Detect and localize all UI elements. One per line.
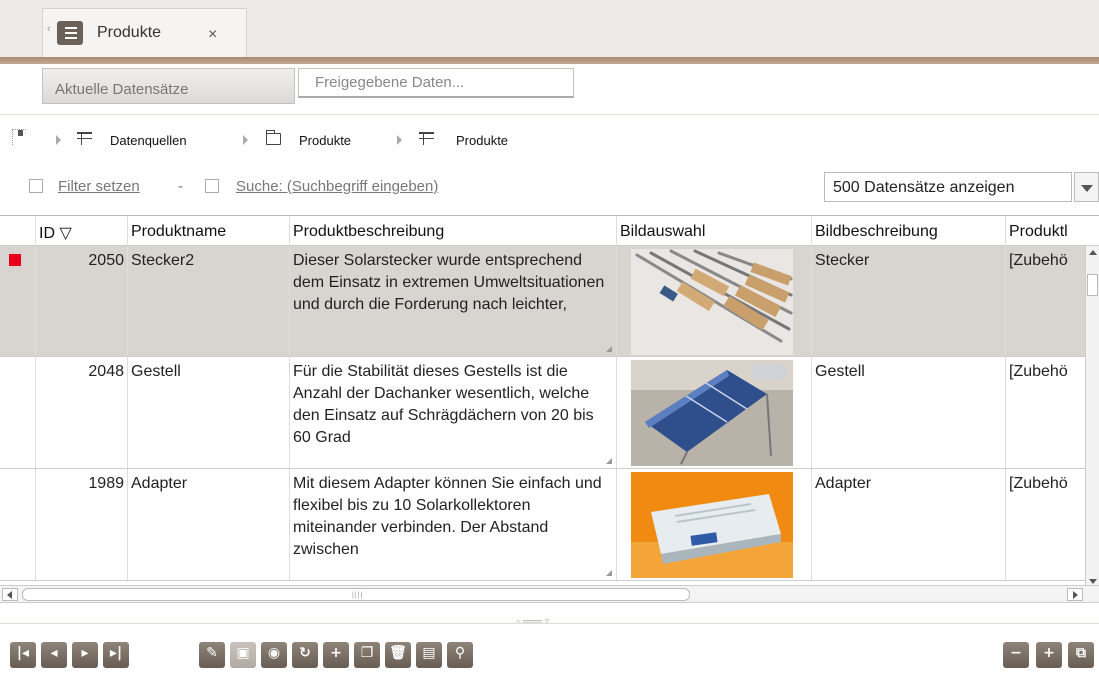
tab-current-records[interactable]: Aktuelle Datensätze	[42, 68, 295, 104]
page-size-select[interactable]: 500 Datensätze anzeigen	[824, 172, 1072, 202]
divider	[0, 114, 1099, 115]
close-icon[interactable]: ×	[208, 26, 217, 44]
cell-category: [Zubehö	[1005, 469, 1085, 580]
expand-icon[interactable]	[606, 346, 612, 352]
cell-name: Gestell	[127, 357, 289, 468]
description-text: Dieser Solarstecker wurde entsprechend d…	[293, 252, 605, 313]
filter-checkbox[interactable]	[29, 179, 43, 193]
accent-bar	[0, 57, 1099, 64]
breadcrumb-item-produkte-table[interactable]: Produkte	[456, 133, 508, 148]
scroll-down-icon[interactable]	[1089, 579, 1097, 584]
subtab-bar: Aktuelle Datensätze Freigegebene Daten..…	[0, 64, 1099, 110]
cell-description[interactable]: Mit diesem Adapter können Sie einfach un…	[289, 469, 616, 580]
separator-dash: -	[178, 178, 183, 195]
scroll-left-icon[interactable]: ‹	[47, 23, 51, 35]
cell-image-desc: Gestell	[811, 357, 1005, 468]
plus-icon[interactable]: +	[1036, 642, 1062, 668]
expand-icon[interactable]	[606, 458, 612, 464]
next-record-icon[interactable]: ▸	[72, 642, 98, 668]
minus-icon[interactable]: −	[1003, 642, 1029, 668]
cell-name: Adapter	[127, 469, 289, 580]
chevron-right-icon	[243, 135, 248, 145]
breadcrumb-item-produkte-folder[interactable]: Produkte	[299, 133, 351, 148]
edit-record-icon[interactable]: ✎	[199, 642, 225, 668]
cell-description[interactable]: Dieser Solarstecker wurde entsprechend d…	[289, 246, 616, 356]
table-row[interactable]: 1989 Adapter Mit diesem Adapter können S…	[0, 469, 1087, 581]
column-header-id[interactable]: ID ▽	[35, 216, 127, 246]
description-text: Für die Stabilität dieses Gestells ist d…	[293, 363, 594, 446]
scroll-thumb[interactable]	[1087, 274, 1098, 296]
chevron-down-icon[interactable]	[1074, 172, 1099, 202]
scroll-right-icon[interactable]	[1067, 588, 1083, 601]
copy-icon[interactable]: ❐	[354, 642, 380, 668]
scroll-up-icon[interactable]	[1089, 250, 1097, 255]
column-header-image[interactable]: Bildauswahl	[616, 216, 811, 246]
table-row[interactable]: 2048 Gestell Für die Stabilität dieses G…	[0, 357, 1087, 469]
scroll-thumb[interactable]: ||||	[22, 588, 690, 601]
cell-image-desc: Adapter	[811, 469, 1005, 580]
selected-marker	[9, 254, 21, 266]
column-header-name[interactable]: Produktname	[127, 216, 289, 246]
cell-image[interactable]	[616, 357, 811, 468]
set-filter-link[interactable]: Filter setzen	[58, 178, 140, 195]
preview-icon[interactable]: ◉	[261, 642, 287, 668]
tab-produkte[interactable]: ‹ Produkte ×	[42, 8, 247, 58]
first-record-icon[interactable]: |◂	[10, 642, 36, 668]
last-record-icon[interactable]: ▸|	[103, 642, 129, 668]
adapter-image	[631, 472, 793, 578]
column-header-category[interactable]: Produktl	[1005, 216, 1085, 246]
tab-label: Produkte	[97, 24, 162, 41]
cell-description[interactable]: Für die Stabilität dieses Gestells ist d…	[289, 357, 616, 468]
chevron-right-icon	[56, 135, 61, 145]
horizontal-scrollbar[interactable]: ||||	[0, 585, 1099, 603]
delete-icon[interactable]: 🗑	[385, 642, 411, 668]
tab-strip: ‹ Produkte ×	[0, 0, 1099, 58]
save-icon[interactable]: ▣	[230, 642, 256, 668]
cell-image-desc: Stecker	[811, 246, 1005, 356]
cell-image[interactable]	[616, 469, 811, 580]
cell-id: 2048	[35, 357, 127, 468]
previous-record-icon[interactable]: ◂	[41, 642, 67, 668]
cell-category: [Zubehö	[1005, 246, 1085, 356]
bottom-toolbar: |◂ ◂ ▸ ▸| ✎ ▣ ◉ ↻ + ❐ 🗑 ▤ ⚲ − + ⧉	[0, 624, 1099, 674]
new-record-icon[interactable]: +	[323, 642, 349, 668]
cell-image[interactable]	[616, 246, 811, 356]
tree-icon	[12, 129, 26, 145]
filter-row: Filter setzen - Suche: (Suchbegriff eing…	[0, 170, 1099, 204]
column-header-image-desc[interactable]: Bildbeschreibung	[811, 216, 1005, 246]
breadcrumb-item-datenquellen[interactable]: Datenquellen	[110, 133, 187, 148]
table-row[interactable]: 2050 Stecker2 Dieser Solarstecker wurde …	[0, 246, 1087, 357]
vertical-scrollbar[interactable]	[1085, 246, 1099, 587]
cell-id: 2050	[35, 246, 127, 356]
table-icon	[77, 132, 92, 145]
description-text: Mit diesem Adapter können Sie einfach un…	[293, 475, 602, 558]
cell-id: 1989	[35, 469, 127, 580]
breadcrumb: Datenquellen Produkte Produkte	[0, 125, 700, 155]
solar-rack-image	[631, 360, 793, 466]
splitter-handle[interactable]: ▵ ═══ ▿	[0, 612, 1099, 626]
data-grid: ID ▽ Produktname Produktbeschreibung Bil…	[0, 215, 1099, 587]
search-icon[interactable]: ⚲	[447, 642, 473, 668]
folder-icon	[266, 130, 281, 145]
search-link[interactable]: Suche: (Suchbegriff eingeben)	[236, 178, 438, 195]
column-header-description[interactable]: Produktbeschreibung	[289, 216, 616, 246]
popout-icon[interactable]: ⧉	[1068, 642, 1094, 668]
cell-name: Stecker2	[127, 246, 289, 356]
cell-category: [Zubehö	[1005, 357, 1085, 468]
refresh-icon[interactable]: ↻	[292, 642, 318, 668]
table-header: ID ▽ Produktname Produktbeschreibung Bil…	[0, 216, 1099, 246]
expand-icon[interactable]	[606, 570, 612, 576]
search-checkbox[interactable]	[205, 179, 219, 193]
tab-released-data[interactable]: Freigegebene Daten...	[298, 68, 574, 98]
chevron-right-icon	[397, 135, 402, 145]
connector-image	[631, 249, 793, 355]
scroll-left-icon[interactable]	[2, 588, 18, 601]
columns-icon[interactable]: ▤	[416, 642, 442, 668]
table-icon	[419, 132, 434, 145]
table-list-icon	[57, 21, 83, 45]
